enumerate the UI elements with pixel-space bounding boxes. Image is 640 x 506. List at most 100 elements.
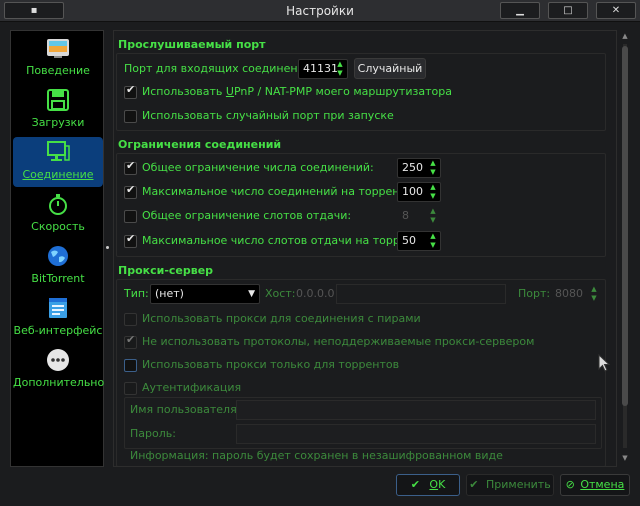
connection-limits-title: Ограничения соединений	[118, 138, 282, 151]
floppy-disk-icon	[47, 89, 69, 111]
sidebar-item-label: Соединение	[22, 168, 94, 181]
minimize-button[interactable]: ▁	[500, 2, 540, 19]
global-upload-slots-spinbox: 8 ▲ ▼	[397, 206, 441, 226]
upnp-label-mnemonic: U	[225, 85, 234, 98]
proxy-type-value: (нет)	[155, 287, 184, 300]
proxy-auth-label: Аутентификация	[142, 381, 242, 394]
cancel-button[interactable]: ⊘ Отмена	[560, 474, 630, 496]
global-max-checkbox[interactable]	[124, 159, 137, 175]
more-icon	[47, 349, 69, 371]
sidebar-item-label: Поведение	[26, 64, 90, 77]
ok-button-label-end: K	[438, 478, 446, 491]
network-monitor-icon	[47, 141, 70, 161]
spin-arrows-icon: ▲ ▼	[430, 207, 436, 224]
random-port-checkbox[interactable]	[124, 110, 137, 123]
proxy-username-label: Имя пользователя:	[130, 403, 241, 416]
sidebar-item-label: BitTorrent	[31, 272, 85, 285]
global-max-spinbox[interactable]: 250 ▲ ▼	[397, 158, 441, 178]
sidebar-item-label: Скорость	[31, 220, 85, 233]
per-torrent-upload-slots-label: Максимальное число слотов отдачи на торр…	[142, 234, 424, 247]
close-button[interactable]: ✕	[596, 2, 636, 19]
sidebar-item-behavior[interactable]: Поведение	[13, 33, 103, 83]
port-value: 41131	[303, 62, 338, 75]
proxy-password-input	[236, 424, 596, 444]
apply-button-label: Применить	[486, 478, 551, 491]
random-port-label: Использовать случайный порт при запуске	[142, 109, 394, 122]
title-bar: ▪ Настройки ▁ □ ✕	[0, 0, 640, 22]
scroll-up-icon[interactable]: ▲	[619, 32, 631, 40]
settings-sidebar: Поведение Загрузки Соединение Скорость B…	[10, 30, 104, 467]
upnp-checkbox[interactable]	[124, 83, 137, 99]
scroll-down-icon[interactable]: ▼	[619, 454, 631, 462]
proxy-disable-unsupported-checkbox	[124, 333, 137, 349]
chevron-down-icon: ▼	[248, 289, 255, 299]
ok-button-mnemonic: O	[429, 478, 439, 491]
proxy-auth-checkbox	[124, 382, 137, 395]
per-torrent-upload-slots-value: 50	[402, 234, 416, 247]
globe-icon	[48, 246, 68, 266]
splitter-handle[interactable]	[106, 246, 109, 249]
proxy-peers-checkbox	[124, 313, 137, 326]
port-spinbox[interactable]: 41131 ▲ ▼	[298, 59, 348, 79]
spin-arrows-icon[interactable]: ▲ ▼	[336, 60, 344, 78]
proxy-username-input	[236, 400, 596, 420]
proxy-port-value: 8080	[555, 287, 583, 300]
per-torrent-upload-slots-checkbox[interactable]	[124, 232, 137, 248]
sidebar-item-speed[interactable]: Скорость	[13, 189, 103, 239]
sidebar-item-bittorrent[interactable]: BitTorrent	[13, 241, 103, 291]
proxy-port-spinbox: 8080 ▲ ▼	[550, 284, 602, 304]
cancel-button-label: Отмена	[580, 478, 625, 491]
global-max-value: 250	[402, 161, 423, 174]
proxy-type-label: Тип:	[124, 287, 149, 300]
random-port-button[interactable]: Случайный	[354, 58, 426, 79]
mouse-cursor-icon	[598, 354, 610, 372]
proxy-info-label: Информация: пароль будет сохранен в неза…	[130, 449, 503, 462]
sidebar-item-label: Дополнительно	[13, 376, 105, 389]
global-upload-slots-checkbox[interactable]	[124, 210, 137, 223]
listening-port-title: Прослушиваемый порт	[118, 38, 266, 51]
ok-button[interactable]: ✔ OK	[396, 474, 460, 496]
sidebar-item-advanced[interactable]: Дополнительно	[13, 345, 105, 395]
connection-settings-panel: Прослушиваемый порт Порт для входящих со…	[113, 30, 617, 467]
upnp-label-start: Использовать	[142, 85, 226, 98]
spin-arrows-icon[interactable]: ▲ ▼	[429, 159, 437, 177]
web-ui-icon	[49, 298, 67, 318]
sidebar-item-downloads[interactable]: Загрузки	[13, 85, 103, 135]
per-torrent-upload-slots-spinbox[interactable]: 50 ▲ ▼	[397, 231, 441, 251]
proxy-port-label: Порт:	[518, 287, 551, 300]
upnp-label: Использовать UPnP / NAT-PMP моего маршру…	[142, 82, 452, 102]
sidebar-item-web-ui[interactable]: Веб-интерфейс	[13, 293, 103, 343]
global-upload-slots-value: 8	[402, 209, 409, 222]
spin-arrows-icon: ▲ ▼	[591, 285, 597, 302]
check-icon: ✔	[469, 478, 479, 491]
apply-button: ✔ Применить	[466, 474, 554, 496]
global-max-label: Общее ограничение числа соединений:	[142, 161, 374, 174]
proxy-host-extra-field	[336, 284, 506, 304]
proxy-disable-unsupported-label: Не использовать протоколы, неподдерживае…	[142, 335, 535, 348]
content-scrollbar[interactable]: ▲ ▼	[619, 30, 631, 467]
sidebar-item-label: Загрузки	[31, 116, 85, 129]
cancel-icon: ⊘	[565, 478, 575, 491]
spin-arrows-icon[interactable]: ▲ ▼	[429, 232, 437, 250]
window-title: Настройки	[286, 4, 354, 18]
proxy-host-placeholder: 0.0.0.0	[296, 287, 335, 300]
proxy-torrents-only-checkbox	[124, 359, 137, 372]
behavior-icon	[47, 39, 69, 58]
proxy-host-label: Хост:	[265, 287, 296, 300]
sidebar-item-label: Веб-интерфейс	[13, 324, 103, 337]
proxy-torrents-only-label: Использовать прокси только для торрентов	[142, 358, 400, 371]
per-torrent-spinbox[interactable]: 100 ▲ ▼	[397, 182, 441, 202]
maximize-icon: □	[563, 5, 573, 16]
proxy-type-select[interactable]: (нет) ▼	[150, 284, 260, 304]
check-icon: ✔	[410, 478, 420, 491]
maximize-button[interactable]: □	[548, 2, 588, 19]
per-torrent-checkbox[interactable]	[124, 183, 137, 199]
proxy-title: Прокси-сервер	[118, 264, 214, 277]
sidebar-item-connection[interactable]: Соединение	[13, 137, 103, 187]
global-upload-slots-label: Общее ограничение слотов отдачи:	[142, 209, 352, 222]
scroll-thumb[interactable]	[622, 46, 628, 406]
minimize-icon: ▁	[516, 5, 524, 16]
spin-arrows-icon[interactable]: ▲ ▼	[429, 183, 437, 201]
close-icon: ✕	[611, 5, 621, 16]
port-label: Порт для входящих соединений:	[124, 62, 316, 75]
